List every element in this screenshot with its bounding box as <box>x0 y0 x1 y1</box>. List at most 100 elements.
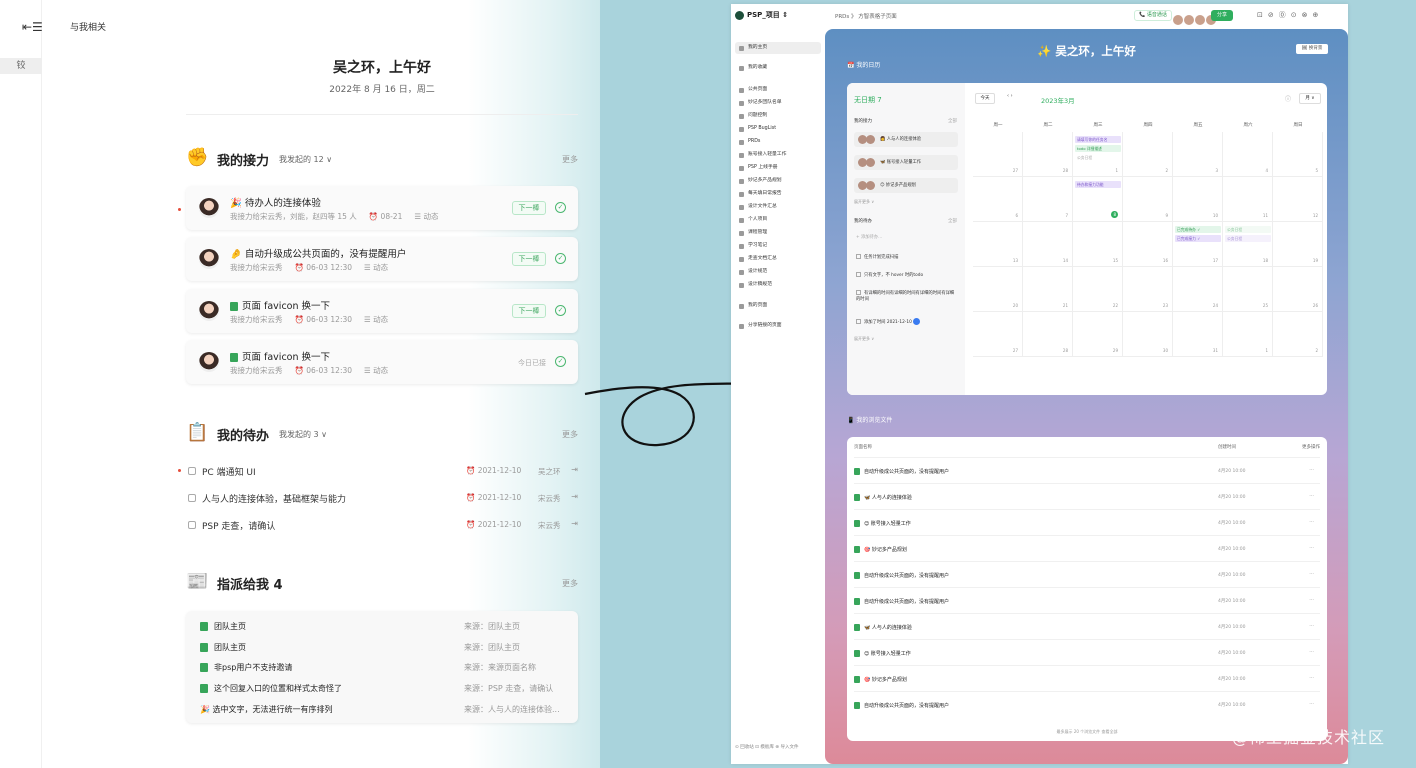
calendar-day[interactable]: 22 <box>1073 267 1123 312</box>
calendar-event[interactable]: 待办和接力功能 <box>1075 181 1121 188</box>
todo-item[interactable]: PC 端通知 UI ⏰ 2021-12-10 吴之环 ⇥ <box>186 465 578 479</box>
relay-more-link[interactable]: 更多 <box>562 154 578 165</box>
nav-item[interactable]: 课程管理 <box>735 227 821 239</box>
share-button[interactable]: 分享 <box>1211 10 1233 21</box>
workspace-switcher[interactable]: PSP_项目 ⇕ <box>735 10 788 20</box>
relay-item[interactable]: 👩 人与人的连接体验 <box>854 132 958 147</box>
todo-checkbox[interactable] <box>188 494 196 502</box>
expand-relay-link[interactable]: 展开更多 ∨ <box>854 199 874 205</box>
calendar-day[interactable]: 15 <box>1073 222 1123 267</box>
nav-item[interactable]: 妙记多团队名单 <box>735 97 821 109</box>
toolbar-icons[interactable]: ⊡⊘⓪⊙⊗⊕ <box>1257 10 1323 20</box>
check-icon[interactable]: ✓ <box>555 202 566 213</box>
calendar-day[interactable]: 9 <box>1123 177 1173 222</box>
assigned-item[interactable]: 团队主页 来源：团队主页 <box>200 621 570 637</box>
todo-filter[interactable]: 我发起的 3 ∨ <box>279 429 327 440</box>
nav-item[interactable]: 个人项目 <box>735 214 821 226</box>
calendar-day[interactable]: 10 <box>1173 177 1223 222</box>
todo-all-link[interactable]: 全部 <box>948 218 957 224</box>
calendar-day[interactable]: 26 <box>1273 267 1323 312</box>
month-nav-arrows[interactable]: ‹ › <box>1007 93 1013 99</box>
relay-card[interactable]: 🤌 自动升级成公共页面的，没有提醒用户 我接力给宋云秀 ⏰ 06-03 12:30… <box>186 237 578 281</box>
file-row[interactable]: 自动升级成公共页面的，没有提醒用户 4月20 10:00 ··· <box>854 457 1320 483</box>
file-row[interactable]: 自动升级成公共页面的，没有提醒用户 4月20 10:00 ··· <box>854 587 1320 613</box>
calendar-todo[interactable]: 有详细的时间有详细的时间有详细的时间有详细的时间 <box>856 290 956 303</box>
calendar-day[interactable]: 2 <box>1123 132 1173 177</box>
file-row[interactable]: 自动升级成公共页面的，没有提醒用户 4月20 10:00 ··· <box>854 561 1320 587</box>
more-actions-button[interactable]: ··· <box>1309 675 1314 681</box>
assigned-item[interactable]: 这个回复入口的位置和样式太奇怪了 来源：PSP 走查，请确认 <box>200 683 570 699</box>
calendar-todo[interactable]: 任务计划完成扫描 <box>856 254 956 261</box>
calendar-day[interactable]: 4 <box>1223 132 1273 177</box>
calendar-day[interactable]: 11 <box>1223 177 1273 222</box>
calendar-day[interactable]: 21 <box>1023 267 1073 312</box>
more-actions-button[interactable]: ··· <box>1309 701 1314 707</box>
nav-item[interactable]: 我的页面 <box>735 300 821 312</box>
next-relay-button[interactable]: 下一棒 <box>512 304 546 318</box>
next-relay-button[interactable]: 下一棒 <box>512 252 546 266</box>
nav-item[interactable]: 设计规范 <box>735 266 821 278</box>
check-icon[interactable]: ✓ <box>555 253 566 264</box>
calendar-day[interactable]: 5 <box>1273 132 1323 177</box>
calendar-day[interactable]: 7 <box>1023 177 1073 222</box>
nav-item[interactable]: 我的收藏 <box>735 62 821 74</box>
open-icon[interactable]: ⇥ <box>571 492 578 501</box>
more-actions-button[interactable]: ··· <box>1309 597 1314 603</box>
open-icon[interactable]: ⇥ <box>571 465 578 474</box>
file-row[interactable]: 🎯 妙记多产品规划 4月20 10:00 ··· <box>854 665 1320 691</box>
check-icon[interactable]: ✓ <box>555 356 566 367</box>
todo-item[interactable]: PSP 走查，请确认 ⏰ 2021-12-10 宋云秀 ⇥ <box>186 519 578 533</box>
add-todo-input[interactable]: + 添加待办... <box>856 235 956 241</box>
file-row[interactable]: 😊 账号接入轻量工作 4月20 10:00 ··· <box>854 509 1320 535</box>
file-row[interactable]: 🦋 人与人的连接体验 4月20 10:00 ··· <box>854 483 1320 509</box>
relay-item[interactable]: 🦋 账号接入轻量工作 <box>854 155 958 170</box>
calendar-day[interactable]: 12 <box>1273 177 1323 222</box>
nav-item[interactable]: 设计文件汇总 <box>735 201 821 213</box>
calendar-todo[interactable]: 只有文字，不 hover 时的todo <box>856 272 956 279</box>
more-actions-button[interactable]: ··· <box>1309 623 1314 629</box>
calendar-day[interactable]: 6 <box>973 177 1023 222</box>
todo-item[interactable]: 人与人的连接体验，基础框架与能力 ⏰ 2021-12-10 宋云秀 ⇥ <box>186 492 578 506</box>
calendar-day[interactable]: 14 <box>1023 222 1073 267</box>
calendar-day[interactable]: 31 <box>1173 312 1223 357</box>
breadcrumb[interactable]: PRDs 》 方智表格子页面 <box>835 12 897 20</box>
calendar-event[interactable]: 已完成接力 ✓ <box>1175 235 1221 242</box>
calendar-day[interactable]: 1 <box>1223 312 1273 357</box>
nav-item[interactable]: 我的主页 <box>735 42 821 54</box>
calendar-day[interactable]: 29 <box>1073 312 1123 357</box>
assigned-item[interactable]: 团队主页 来源：团队主页 <box>200 642 570 658</box>
relay-item[interactable]: 😊 妙记多产品规划 <box>854 178 958 193</box>
nav-item[interactable]: PSP BugList <box>735 123 821 135</box>
view-select[interactable]: 月 ∨ <box>1299 93 1321 104</box>
calendar-day[interactable]: 20 <box>973 267 1023 312</box>
calendar-day[interactable]: 30 <box>1123 312 1173 357</box>
assigned-item[interactable]: 🎉 选中文字，无法进行统一有序排列 来源：人与人的连接体验... <box>200 704 570 720</box>
info-icon[interactable]: ⓘ <box>1285 94 1291 103</box>
todo-checkbox[interactable] <box>188 467 196 475</box>
calendar-day[interactable]: 16 <box>1123 222 1173 267</box>
calendar-day[interactable]: 28 <box>1023 132 1073 177</box>
sidebar-item[interactable]: 铰 <box>0 58 42 74</box>
calendar-day[interactable]: 27 <box>973 132 1023 177</box>
assigned-more-link[interactable]: 更多 <box>562 578 578 589</box>
nav-item[interactable]: 妙记多产品规划 <box>735 175 821 187</box>
file-row[interactable]: 🎯 妙记多产品规划 4月20 10:00 ··· <box>854 535 1320 561</box>
calendar-event[interactable]: 请填写你的任务名 <box>1075 136 1121 143</box>
calendar-day[interactable]: 2 <box>1273 312 1323 357</box>
todo-checkbox[interactable] <box>188 521 196 529</box>
calendar-day[interactable]: 13 <box>973 222 1023 267</box>
calendar-day[interactable]: 3 <box>1173 132 1223 177</box>
more-actions-button[interactable]: ··· <box>1309 493 1314 499</box>
calendar-day[interactable]: 24 <box>1173 267 1223 312</box>
more-actions-button[interactable]: ··· <box>1309 467 1314 473</box>
calendar-day[interactable]: 28 <box>1023 312 1073 357</box>
more-actions-button[interactable]: ··· <box>1309 519 1314 525</box>
relay-card[interactable]: 页面 favicon 换一下 我接力给宋云秀 ⏰ 06-03 12:30 ☰ 动态 … <box>186 340 578 384</box>
nav-item[interactable]: 学习笔记 <box>735 240 821 252</box>
nav-item[interactable]: 每天填日常报告 <box>735 188 821 200</box>
file-row[interactable]: 🦋 人与人的连接体验 4月20 10:00 ··· <box>854 613 1320 639</box>
collapse-sidebar-icon[interactable]: ⇤☰ <box>22 20 43 34</box>
relay-card[interactable]: 🎉 待办人的连接体验 我接力给宋云秀，刘能，赵四等 15 人 ⏰ 08-21 ☰ 动… <box>186 186 578 230</box>
file-row[interactable]: 自动升级成公共页面的，没有提醒用户 4月20 10:00 ··· <box>854 691 1320 717</box>
calendar-day[interactable]: 27 <box>973 312 1023 357</box>
